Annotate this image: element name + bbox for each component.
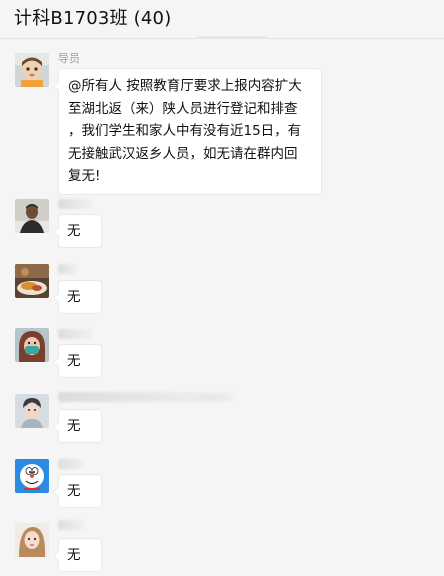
message-bubble[interactable]: 无	[53, 344, 102, 378]
message-bubble[interactable]: 无	[53, 409, 102, 443]
sender-name-blurred	[58, 199, 92, 209]
message-bubble[interactable]: @所有人 按照教育厅要求上报内容扩大 至湖北返（来）陕人员进行登记和排查 ，我们…	[53, 68, 322, 195]
masked-person-avatar[interactable]	[15, 328, 49, 362]
message-bubble[interactable]: 无	[53, 280, 102, 314]
sender-name: 导员	[58, 52, 80, 65]
doraemon-avatar[interactable]	[15, 459, 49, 493]
food-photo-avatar[interactable]	[15, 264, 49, 298]
blurred-text	[200, 395, 228, 401]
message-bubble[interactable]: 无	[53, 474, 102, 508]
chat-header: 计科B1703班 (40)	[0, 0, 444, 39]
message-bubble[interactable]: 无	[53, 538, 102, 572]
group-title[interactable]: 计科B1703班 (40)	[14, 4, 171, 30]
sender-name-blurred	[58, 520, 84, 530]
girl-photo-avatar[interactable]	[15, 523, 49, 557]
load-more-indicator	[197, 36, 267, 39]
sender-name-blurred	[58, 264, 78, 274]
young-man-avatar[interactable]	[15, 394, 49, 428]
baby-photo-avatar[interactable]	[15, 53, 49, 87]
man-photo-avatar[interactable]	[15, 199, 49, 233]
sender-name-blurred	[58, 459, 84, 469]
sender-name-blurred	[58, 329, 92, 339]
message-bubble[interactable]: 无	[53, 214, 102, 248]
